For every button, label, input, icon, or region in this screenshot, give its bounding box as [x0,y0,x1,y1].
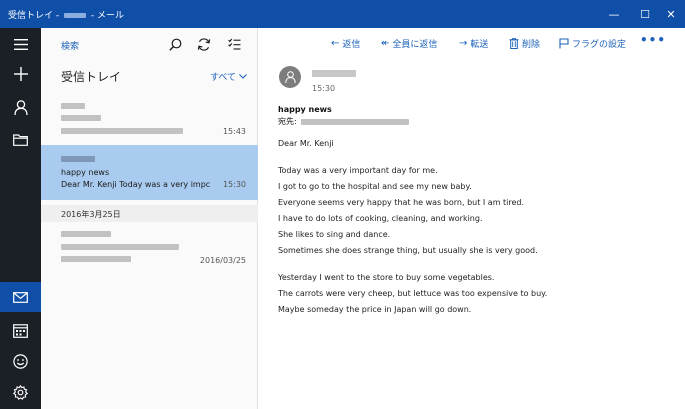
calendar-button[interactable] [0,315,41,345]
hamburger-menu-button[interactable] [0,29,41,59]
arrow-right-icon: → [459,38,468,49]
body-line: Everyone seems very happy that he was bo… [278,198,525,207]
search-button[interactable] [165,34,185,54]
filter-label: すべて [209,73,236,83]
delete-label: 削除 [522,40,541,50]
message-time: 2016/03/25 [199,256,246,265]
redacted-preview [61,256,131,262]
title-bar: 受信トレイ - - メール — ☐ ✕ [0,0,685,28]
message-list-pane: 検索 受信トレイ すべて 15:43 happy news Dear Mr. K… [41,28,258,409]
to-label: 宛先: [278,117,297,126]
date-section-header: 2016年3月25日 [41,205,258,222]
folder-icon [13,134,28,146]
body-line: Sometimes she does strange thing, but us… [278,246,538,255]
message-subject: happy news [278,105,332,114]
window-title-suffix: - メール [87,11,124,21]
new-mail-button[interactable] [0,59,41,89]
message-item[interactable]: 2016/03/25 [41,222,258,274]
redacted-preview [61,128,183,134]
person-icon [284,71,296,83]
window-title-prefix: 受信トレイ - [8,11,62,21]
greeting: Dear Mr. Kenji [278,139,334,148]
reply-button[interactable]: ← 返信 [331,37,360,50]
forward-button[interactable]: → 転送 [459,37,488,50]
more-actions-button[interactable]: ••• [640,33,666,47]
message-item[interactable]: 15:43 [41,93,258,145]
sender-avatar [279,66,301,88]
delete-button[interactable]: 削除 [509,37,540,50]
recipient-row: 宛先: [278,116,409,127]
message-body: Dear Mr. Kenji Today was a very importan… [278,136,678,318]
gear-icon [13,384,28,400]
reading-toolbar: ← 返信 ↞ 全員に返信 → 転送 削除 フラグの設定 ••• [259,28,685,58]
message-item-selected[interactable]: happy news Dear Mr. Kenji Today was a ve… [41,145,258,200]
redacted-account-name [63,12,86,18]
redacted-subject [61,244,179,250]
redacted-sender [61,156,95,162]
reading-pane: ← 返信 ↞ 全員に返信 → 転送 削除 フラグの設定 ••• 15:30 ha… [259,28,685,409]
redacted-sender [61,103,85,109]
chevron-down-icon [239,74,247,79]
selection-mode-button[interactable] [224,34,244,54]
forward-label: 転送 [470,40,489,50]
body-line: The carrots were very cheep, but lettuce… [278,289,548,298]
calendar-icon [13,323,28,338]
date-section-label: 2016年3月25日 [61,210,121,219]
filter-dropdown[interactable]: すべて [210,70,247,83]
body-line: Yesterday I went to the store to buy som… [278,273,495,282]
flag-icon [559,38,569,49]
mail-button[interactable] [0,282,41,312]
body-line: Maybe someday the price in Japan will go… [278,305,472,314]
arrow-left-icon: ← [331,38,340,49]
reply-all-button[interactable]: ↞ 全員に返信 [381,37,437,50]
minimize-button[interactable]: — [599,0,629,28]
plus-icon [13,67,28,81]
message-time: 15:43 [222,127,246,136]
double-arrow-left-icon: ↞ [381,38,390,49]
redacted-recipient [300,118,409,125]
search-bar: 検索 [41,28,258,60]
select-mode-icon [227,38,240,50]
body-line: I got to go to the hospital and see my n… [278,182,472,191]
reply-all-label: 全員に返信 [392,40,438,50]
redacted-subject [61,115,101,121]
folder-title: 受信トレイ [61,70,122,84]
trash-icon [509,38,519,49]
navigation-rail [0,28,41,409]
mail-icon [13,291,28,303]
search-label[interactable]: 検索 [61,39,79,52]
body-line: She likes to sing and dance. [278,230,391,239]
body-line: I have to do lots of cooking, cleaning, … [278,214,483,223]
folders-button[interactable] [0,125,41,155]
settings-button[interactable] [0,377,41,407]
sent-time: 15:30 [312,84,336,93]
sync-button[interactable] [194,34,214,54]
redacted-sender [61,231,111,237]
flag-button[interactable]: フラグの設定 [559,37,626,50]
person-icon [13,99,28,115]
flag-label: フラグの設定 [572,40,627,50]
hamburger-icon [13,38,28,50]
sync-icon [197,37,211,51]
search-icon [168,38,181,51]
accounts-button[interactable] [0,92,41,122]
smiley-icon [13,353,28,369]
body-line: Today was a very important day for me. [278,166,438,175]
message-preview: Dear Mr. Kenji Today was a very impc [61,180,211,189]
reply-label: 返信 [342,40,361,50]
message-subject: happy news [61,168,110,177]
close-button[interactable]: ✕ [656,0,685,28]
message-time: 15:30 [222,180,246,189]
window-title: 受信トレイ - - メール [8,8,124,21]
feedback-button[interactable] [0,346,41,376]
redacted-sender-name [312,70,356,77]
